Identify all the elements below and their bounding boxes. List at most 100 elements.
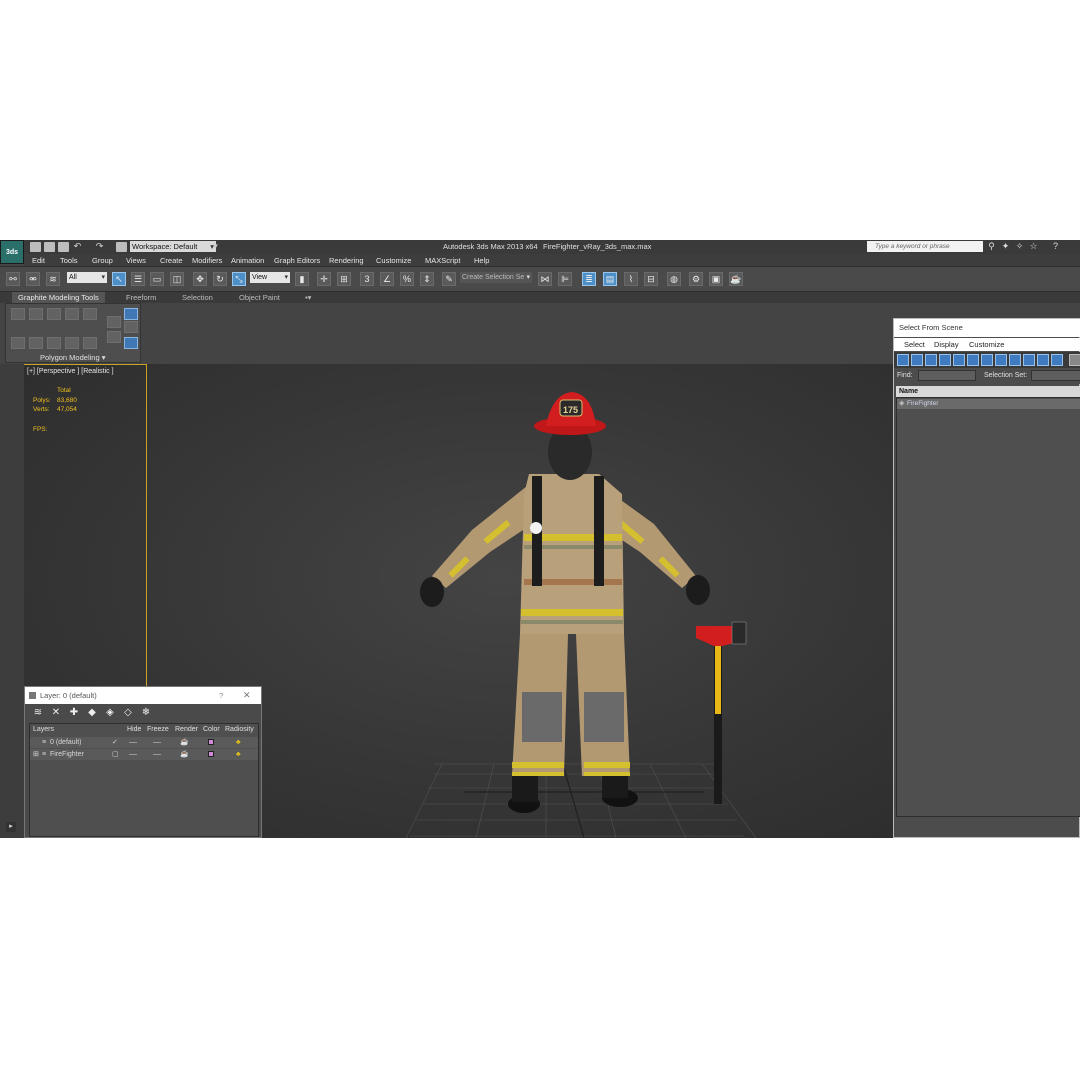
hide-toggle[interactable] — [129, 754, 137, 755]
binoculars-icon[interactable]: ⚲ — [986, 241, 997, 252]
menu-create[interactable]: Create — [160, 256, 183, 265]
pin-stack-icon[interactable] — [124, 308, 138, 320]
display-cameras-icon[interactable] — [939, 354, 951, 366]
curve-editor-icon[interactable]: ⌇ — [624, 272, 638, 286]
expand-icon[interactable]: ⊞ — [33, 749, 39, 760]
hide-toggle[interactable] — [129, 742, 137, 743]
display-geometry-icon[interactable] — [897, 354, 909, 366]
help-icon[interactable]: ? — [1050, 241, 1061, 252]
display-shapes-icon[interactable] — [911, 354, 923, 366]
exchange-icon[interactable]: ✧ — [1014, 241, 1025, 252]
element-mode-icon[interactable] — [83, 308, 97, 320]
delete-layer-icon[interactable]: ✕ — [50, 707, 62, 719]
search-input[interactable]: Type a keyword or phrase — [867, 241, 983, 252]
menu-customize[interactable]: Customize — [969, 340, 1004, 349]
render-teapot-icon[interactable]: ☕ — [180, 737, 189, 748]
menu-maxscript[interactable]: MAXScript — [425, 256, 460, 265]
list-item[interactable]: ◈ FireFighter — [897, 399, 1080, 409]
select-link-icon[interactable]: ⚯ — [6, 272, 20, 286]
tab-freeform[interactable]: Freeform — [126, 293, 156, 302]
column-header-layers[interactable]: Layers — [33, 724, 54, 736]
menu-modifiers[interactable]: Modifiers — [192, 256, 222, 265]
color-swatch[interactable] — [208, 739, 214, 745]
project-folder-icon[interactable] — [116, 242, 127, 252]
graphite-toggle-icon[interactable]: ▤ — [603, 272, 617, 286]
reference-coordinate-dropdown[interactable]: View ▾ — [250, 272, 290, 283]
ignore-backfacing-icon[interactable] — [83, 337, 97, 349]
display-lights-icon[interactable] — [925, 354, 937, 366]
named-selection-set-dropdown[interactable]: Create Selection Se ▾ — [460, 272, 532, 283]
app-logo-icon[interactable]: 3ds — [0, 240, 24, 264]
table-row[interactable]: ≡ 0 (default) ✓ ☕ ♣ — [30, 737, 258, 748]
rectangular-selection-icon[interactable]: ▭ — [150, 272, 164, 286]
radiosity-icon[interactable]: ♣ — [236, 737, 241, 748]
angle-snap-icon[interactable]: ∠ — [380, 272, 394, 286]
menu-help[interactable]: Help — [474, 256, 489, 265]
help-button[interactable]: ? — [219, 687, 223, 704]
ribbon-options-icon[interactable]: ▪▾ — [305, 293, 311, 302]
layer-checkbox-icon[interactable]: ▢ — [112, 749, 119, 760]
unlink-icon[interactable]: ⚮ — [26, 272, 40, 286]
tab-graphite-modeling-tools[interactable]: Graphite Modeling Tools — [12, 292, 105, 303]
menu-tools[interactable]: Tools — [60, 256, 78, 265]
column-header-hide[interactable]: Hide — [127, 724, 141, 736]
preserve-uvs-icon[interactable] — [47, 337, 61, 349]
menu-animation[interactable]: Animation — [231, 256, 264, 265]
mirror-icon[interactable]: ⋈ — [538, 272, 552, 286]
workspace-dropdown-toggle-icon[interactable]: ▾ — [210, 241, 221, 252]
highlight-layer-icon[interactable]: ◈ — [104, 707, 116, 719]
rotate-icon[interactable]: ↻ — [213, 272, 227, 286]
freeze-toggle[interactable] — [153, 742, 161, 743]
bind-space-warp-icon[interactable]: ≋ — [46, 272, 60, 286]
edge-mode-icon[interactable] — [29, 308, 43, 320]
menu-rendering[interactable]: Rendering — [329, 256, 364, 265]
edit-named-selection-icon[interactable]: ✎ — [442, 272, 456, 286]
active-layer-check-icon[interactable]: ✓ — [112, 737, 118, 748]
select-objects-icon[interactable]: ◆ — [86, 707, 98, 719]
display-frozen-icon[interactable] — [1037, 354, 1049, 366]
display-groups-icon[interactable] — [981, 354, 993, 366]
radiosity-icon[interactable]: ♣ — [236, 749, 241, 760]
select-object-icon[interactable]: ↖ — [112, 272, 126, 286]
menu-display[interactable]: Display — [934, 340, 959, 349]
polygon-mode-icon[interactable] — [65, 308, 79, 320]
tab-object-paint[interactable]: Object Paint — [239, 293, 280, 302]
display-hidden-icon[interactable] — [1051, 354, 1063, 366]
scale-icon[interactable]: ⤡ — [232, 272, 246, 286]
table-row[interactable]: ⊞ ≡ FireFighter ▢ ☕ ♣ — [30, 749, 258, 760]
new-file-icon[interactable] — [30, 242, 41, 252]
display-bones-icon[interactable] — [1009, 354, 1021, 366]
render-teapot-icon[interactable]: ☕ — [180, 749, 189, 760]
freeze-toggle[interactable] — [153, 754, 161, 755]
align-icon[interactable]: ⊫ — [558, 272, 572, 286]
communication-center-icon[interactable]: ✦ — [1000, 241, 1011, 252]
material-editor-icon[interactable]: ◍ — [667, 272, 681, 286]
collapse-stack-icon[interactable] — [107, 331, 121, 343]
pivot-center-icon[interactable]: ▮ — [295, 272, 309, 286]
menu-group[interactable]: Group — [92, 256, 113, 265]
color-swatch[interactable] — [208, 751, 214, 757]
column-header-radiosity[interactable]: Radiosity — [225, 724, 254, 736]
tab-selection[interactable]: Selection — [182, 293, 213, 302]
render-setup-icon[interactable]: ⚙ — [689, 272, 703, 286]
percent-snap-icon[interactable]: % — [400, 272, 414, 286]
modify-mode-icon[interactable] — [107, 316, 121, 328]
workspace-dropdown[interactable]: Workspace: Default ▾ — [130, 241, 216, 252]
display-all-icon[interactable] — [1069, 354, 1080, 366]
keyboard-shortcut-override-icon[interactable]: ⊞ — [337, 272, 351, 286]
freeze-all-icon[interactable]: ❄ — [140, 707, 152, 719]
rendered-frame-window-icon[interactable]: ▣ — [709, 272, 723, 286]
find-input[interactable] — [918, 370, 976, 381]
display-helpers-icon[interactable] — [953, 354, 965, 366]
show-end-result-icon[interactable] — [124, 321, 138, 333]
create-layer-icon[interactable]: ≋ — [32, 707, 44, 719]
menu-customize[interactable]: Customize — [376, 256, 411, 265]
save-file-icon[interactable] — [58, 242, 69, 252]
selection-filter-dropdown[interactable]: All ▾ — [67, 272, 107, 283]
undo-icon[interactable]: ↶ — [72, 241, 83, 252]
previous-modifier-icon[interactable] — [11, 337, 25, 349]
column-header-color[interactable]: Color — [203, 724, 220, 736]
menu-edit[interactable]: Edit — [32, 256, 45, 265]
layer-manager-icon[interactable]: ≣ — [582, 272, 596, 286]
menu-views[interactable]: Views — [126, 256, 146, 265]
